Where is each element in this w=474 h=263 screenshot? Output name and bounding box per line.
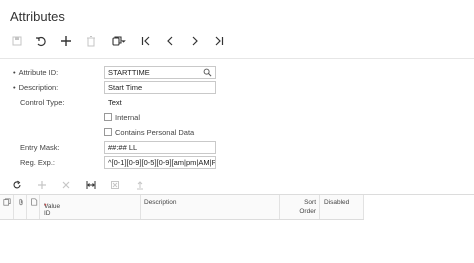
delete-row-icon bbox=[62, 181, 70, 189]
internal-checkbox[interactable] bbox=[104, 113, 112, 121]
disabled-column-header[interactable]: Disabled bbox=[320, 195, 364, 219]
row-selector-header[interactable] bbox=[0, 195, 14, 219]
reg-exp-value: ^[0-1][0-9][0-5][0-9][am|pm|AM|PM] bbox=[108, 158, 216, 167]
attribute-id-row: • Attribute ID: STARTTIME bbox=[0, 66, 474, 80]
control-type-value[interactable]: Text bbox=[108, 96, 122, 110]
chevron-down-icon bbox=[120, 39, 126, 43]
entry-mask-label: Entry Mask: bbox=[20, 143, 60, 152]
value-id-header-text: Value ID bbox=[44, 203, 61, 217]
internal-row: Internal bbox=[0, 111, 474, 125]
toolbar-divider bbox=[0, 58, 474, 59]
search-icon[interactable] bbox=[203, 68, 212, 77]
description-label: • Description: bbox=[13, 83, 59, 92]
next-icon bbox=[192, 36, 198, 46]
last-record-button[interactable] bbox=[210, 32, 228, 50]
personal-data-checkbox[interactable] bbox=[104, 128, 112, 136]
entry-mask-input[interactable]: ##:## LL bbox=[104, 141, 216, 154]
description-header-text: Description bbox=[144, 199, 177, 206]
note-header[interactable] bbox=[27, 195, 40, 219]
value-id-column-header[interactable]: * Value ID bbox=[40, 195, 141, 219]
first-record-button[interactable] bbox=[137, 32, 155, 50]
main-toolbar bbox=[0, 32, 474, 50]
description-value: Start Time bbox=[108, 83, 143, 92]
previous-record-button[interactable] bbox=[161, 32, 179, 50]
attribute-id-label: • Attribute ID: bbox=[13, 68, 59, 77]
undo-button[interactable] bbox=[32, 32, 50, 50]
personal-data-label: Contains Personal Data bbox=[115, 128, 195, 137]
disabled-header-text: Disabled bbox=[324, 199, 350, 206]
delete-button[interactable] bbox=[82, 32, 100, 50]
entry-mask-row: Entry Mask: ##:## LL bbox=[0, 141, 474, 155]
add-row-icon bbox=[38, 181, 46, 189]
internal-label: Internal bbox=[115, 113, 141, 122]
reg-exp-input[interactable]: ^[0-1][0-9][0-5][0-9][am|pm|AM|PM] bbox=[104, 156, 216, 169]
refresh-button[interactable] bbox=[10, 178, 24, 192]
export-excel-button[interactable] bbox=[108, 178, 122, 192]
reg-exp-row: Reg. Exp.: ^[0-1][0-9][0-5][0-9][am|pm|A… bbox=[0, 156, 474, 170]
description-input[interactable]: Start Time bbox=[104, 81, 216, 94]
description-label-text: Description: bbox=[18, 83, 59, 92]
next-record-button[interactable] bbox=[186, 32, 204, 50]
save-button[interactable] bbox=[8, 32, 26, 50]
sort-order-header-line1: Sort bbox=[304, 199, 316, 206]
personal-data-row: Contains Personal Data bbox=[0, 126, 474, 140]
attribute-id-label-text: Attribute ID: bbox=[18, 68, 59, 77]
delete-icon bbox=[87, 36, 95, 47]
description-row: • Description: Start Time bbox=[0, 81, 474, 95]
undo-icon bbox=[36, 36, 46, 47]
fit-columns-icon bbox=[86, 181, 96, 189]
last-icon bbox=[215, 36, 224, 46]
delete-row-button[interactable] bbox=[59, 178, 73, 192]
copy-paste-dropdown[interactable] bbox=[118, 32, 128, 50]
add-row-button[interactable] bbox=[35, 178, 49, 192]
files-icon bbox=[3, 198, 11, 206]
attribute-id-value: STARTTIME bbox=[108, 68, 150, 77]
previous-icon bbox=[167, 36, 173, 46]
entry-mask-value: ##:## LL bbox=[108, 143, 138, 152]
attachment-header[interactable] bbox=[14, 195, 27, 219]
attribute-id-input[interactable]: STARTTIME bbox=[104, 66, 216, 79]
first-icon bbox=[141, 36, 150, 46]
grid-header-bottom-border bbox=[0, 219, 364, 220]
page-title: Attributes bbox=[10, 9, 65, 24]
add-button[interactable] bbox=[57, 32, 75, 50]
sort-order-column-header[interactable]: Sort Order bbox=[280, 195, 320, 219]
control-type-row: Control Type: Text bbox=[0, 96, 474, 110]
add-icon bbox=[61, 36, 71, 46]
control-type-label: Control Type: bbox=[20, 98, 65, 107]
export-excel-icon bbox=[111, 181, 119, 189]
reg-exp-label: Reg. Exp.: bbox=[20, 158, 56, 167]
fit-columns-button[interactable] bbox=[84, 178, 98, 192]
upload-icon bbox=[137, 181, 143, 190]
save-icon bbox=[12, 36, 22, 46]
paperclip-icon bbox=[19, 198, 23, 206]
refresh-icon bbox=[13, 180, 21, 189]
description-column-header[interactable]: Description bbox=[141, 195, 280, 219]
grid-toolbar bbox=[0, 178, 474, 192]
upload-button[interactable] bbox=[133, 178, 147, 192]
note-icon bbox=[31, 198, 38, 206]
sort-order-header-line2: Order bbox=[299, 208, 316, 215]
